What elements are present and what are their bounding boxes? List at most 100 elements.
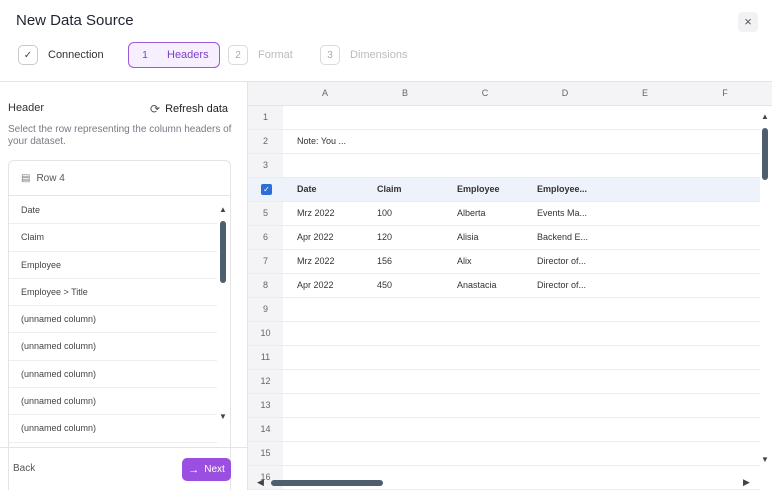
column-letter[interactable]: C (475, 88, 495, 98)
back-button[interactable]: Back (13, 463, 35, 474)
column-letter[interactable]: F (715, 88, 735, 98)
dialog-title: New Data Source (16, 12, 134, 29)
table-row[interactable]: 5 Mrz 2022 100 Alberta Events Ma... (248, 202, 760, 226)
table-row[interactable]: 12 (248, 370, 760, 394)
step-connection[interactable]: ✓ Connection (18, 42, 104, 68)
grid-cell[interactable]: 450 (377, 280, 392, 290)
grid-cell[interactable]: 100 (377, 208, 392, 218)
check-icon: ✓ (18, 45, 38, 65)
step-number: 3 (320, 45, 340, 65)
row-number: 7 (262, 256, 268, 266)
row-selector[interactable]: ▤ Row 4 (9, 161, 230, 196)
table-row[interactable]: 13 (248, 394, 760, 418)
grid-cell[interactable]: Alix (457, 256, 472, 266)
scroll-down-icon[interactable]: ▼ (761, 455, 769, 464)
column-list-item[interactable]: Employee (9, 252, 217, 279)
table-row[interactable]: 11 (248, 346, 760, 370)
grid-cell[interactable]: Employee (457, 184, 500, 194)
table-row[interactable]: 2 Note: You ... (248, 130, 760, 154)
table-row[interactable]: 8 Apr 2022 450 Anastacia Director of... (248, 274, 760, 298)
scroll-thumb[interactable] (220, 221, 226, 283)
column-list-item[interactable]: (unnamed column) (9, 361, 217, 389)
close-icon: × (744, 14, 752, 29)
help-text: Select the row representing the column h… (8, 124, 232, 147)
grid-cell[interactable]: Director of... (537, 256, 586, 266)
table-row[interactable]: 3 (248, 154, 760, 178)
grid-cell[interactable]: Anastacia (457, 280, 497, 290)
grid-vertical-scrollbar[interactable]: ▲ ▼ (759, 112, 771, 468)
left-panel: Header ⟳ Refresh data Select the row rep… (0, 82, 247, 490)
grid-cell[interactable]: Employee... (537, 184, 587, 194)
column-letter[interactable]: E (635, 88, 655, 98)
table-row[interactable]: 14 (248, 418, 760, 442)
column-list-item[interactable]: (unnamed column) (9, 306, 217, 334)
row-number: 3 (262, 160, 268, 170)
refresh-data-button[interactable]: ⟳ Refresh data (150, 102, 228, 116)
grid-cell[interactable]: Mrz 2022 (297, 256, 335, 266)
row-number: 10 (260, 328, 271, 338)
scroll-right-icon[interactable]: ▶ (743, 477, 750, 488)
column-list-item[interactable]: Employee > Title (9, 279, 217, 307)
grid-cell[interactable]: Alberta (457, 208, 486, 218)
step-label: Dimensions (350, 49, 408, 61)
close-button[interactable]: × (738, 12, 758, 32)
table-row[interactable]: 10 (248, 322, 760, 346)
grid-cell[interactable]: Date (297, 184, 317, 194)
table-row[interactable]: 7 Mrz 2022 156 Alix Director of... (248, 250, 760, 274)
grid-cell[interactable]: Mrz 2022 (297, 208, 335, 218)
row-number: 12 (260, 376, 271, 386)
grid-cell[interactable]: 120 (377, 232, 392, 242)
column-letter[interactable]: B (395, 88, 415, 98)
step-headers[interactable]: 1 Headers (128, 42, 220, 68)
step-format[interactable]: 2 Format (228, 42, 293, 68)
grid-cell[interactable]: Claim (377, 184, 402, 194)
step-label: Headers (167, 49, 209, 61)
column-list-item[interactable]: Date (9, 197, 217, 225)
row-number: 9 (262, 304, 268, 314)
table-row[interactable]: 9 (248, 298, 760, 322)
row-number: 14 (260, 424, 271, 434)
scroll-thumb[interactable] (271, 480, 383, 486)
table-row[interactable]: 6 Apr 2022 120 Alisia Backend E... (248, 226, 760, 250)
header-label: Header (8, 102, 45, 114)
arrow-right-icon: → (188, 463, 200, 476)
next-button[interactable]: → Next (182, 458, 231, 481)
row-number: 11 (260, 352, 271, 362)
scroll-up-icon[interactable]: ▲ (219, 205, 227, 214)
step-number: 1 (142, 49, 148, 61)
table-row[interactable]: 1 (248, 106, 760, 130)
column-list-scrollbar[interactable]: ▲ ▼ (218, 205, 228, 425)
grid-cell[interactable]: Events Ma... (537, 208, 587, 218)
grid-cell[interactable]: Note: You ... (297, 136, 346, 146)
grid-cell[interactable]: 156 (377, 256, 392, 266)
grid-cell[interactable]: Alisia (457, 232, 479, 242)
step-label: Format (258, 49, 293, 61)
column-letter[interactable]: D (555, 88, 575, 98)
column-list-item[interactable]: (unnamed column) (9, 415, 217, 443)
row-number: 1 (262, 112, 268, 122)
scroll-thumb[interactable] (762, 128, 768, 180)
table-row[interactable]: ✓ Date Claim Employee Employee... (248, 178, 760, 202)
grid-cell[interactable]: Apr 2022 (297, 232, 334, 242)
step-dimensions[interactable]: 3 Dimensions (320, 42, 407, 68)
header-row-checkbox[interactable]: ✓ (261, 184, 272, 195)
column-letter[interactable]: A (315, 88, 335, 98)
step-number: 2 (228, 45, 248, 65)
table-row[interactable]: 15 (248, 442, 760, 466)
row-number: 15 (260, 448, 271, 458)
table-icon: ▤ (21, 172, 31, 184)
column-list-box: ▤ Row 4 Date Claim Employee Employee > Titl… (8, 160, 231, 490)
grid-column-header: A B C D E F (248, 82, 772, 106)
grid-horizontal-scrollbar[interactable]: ◀ ▶ (257, 477, 752, 489)
row-number: 8 (262, 280, 268, 290)
scroll-up-icon[interactable]: ▲ (761, 112, 769, 121)
scroll-left-icon[interactable]: ◀ (257, 477, 264, 488)
grid-cell[interactable]: Apr 2022 (297, 280, 334, 290)
step-label: Connection (48, 49, 104, 61)
grid-cell[interactable]: Director of... (537, 280, 586, 290)
grid-cell[interactable]: Backend E... (537, 232, 588, 242)
column-list-item[interactable]: Claim (9, 224, 217, 252)
column-list-item[interactable]: (unnamed column) (9, 333, 217, 361)
scroll-down-icon[interactable]: ▼ (219, 412, 227, 421)
column-list-item[interactable]: (unnamed column) (9, 388, 217, 416)
